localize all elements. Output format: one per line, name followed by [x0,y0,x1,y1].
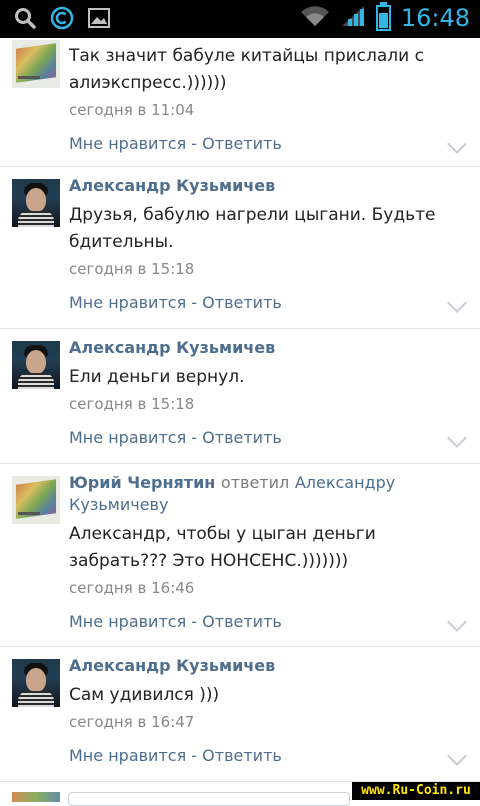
comment-time: сегодня в 15:18 [69,260,195,278]
reply-button[interactable]: Ответить [202,428,282,447]
comment-text: Друзья, бабулю нагрели цыгани. Будьте бд… [69,205,436,252]
comment-item: Юрий Чернятин ответил Александру Кузьмиче… [0,464,480,647]
author-name[interactable]: Юрий Чернятин [69,473,215,492]
replied-label: ответил [220,473,290,492]
reply-button[interactable]: Ответить [202,293,282,312]
status-bar: 16:48 [0,0,480,38]
comment-time: сегодня в 11:04 [69,101,195,119]
comment-author[interactable]: Александр Кузьмичев [69,655,275,677]
comment-time: сегодня в 15:18 [69,395,195,413]
comment-author[interactable]: Александр Кузьмичев [69,337,275,359]
signal-icon [340,4,366,32]
search-icon [14,7,36,33]
comment-author[interactable]: Александр Кузьмичев [69,175,275,197]
reply-button[interactable]: Ответить [202,746,282,765]
chevron-down-icon[interactable] [447,134,467,154]
actions-separator: - [191,293,198,312]
wifi-icon [300,4,330,32]
actions-separator: - [191,746,198,765]
comment-item: Так значит бабуле китайцы прислали с али… [0,38,480,167]
reply-button[interactable]: Ответить [202,134,282,153]
actions-separator: - [191,428,198,447]
comment-actions: Мне нравится - Ответить [69,428,282,447]
actions-separator: - [191,612,198,631]
comment-item: Александр Кузьмичев Ели деньги вернул. с… [0,329,480,464]
chevron-down-icon[interactable] [447,746,467,766]
comment-actions: Мне нравится - Ответить [69,612,282,631]
chevron-down-icon[interactable] [447,293,467,313]
avatar[interactable] [12,659,60,707]
like-button[interactable]: Мне нравится [69,293,186,312]
like-button[interactable]: Мне нравится [69,428,186,447]
gallery-icon [88,8,110,32]
chevron-down-icon[interactable] [447,612,467,632]
comment-input[interactable] [68,792,350,806]
comment-text: Ели деньги вернул. [69,367,245,387]
battery-icon [375,2,391,31]
avatar[interactable] [12,476,60,524]
composer-avatar [12,792,60,802]
comment-item: Александр Кузьмичев Сам удивился ))) сег… [0,647,480,782]
comment-actions: Мне нравится - Ответить [69,134,282,153]
comment-author: Юрий Чернятин ответил Александру Кузьмиче… [69,472,469,516]
avatar[interactable] [12,40,60,88]
like-button[interactable]: Мне нравится [69,612,186,631]
comment-time: сегодня в 16:46 [69,579,195,597]
comment-item: Александр Кузьмичев Друзья, бабулю нагре… [0,167,480,329]
avatar[interactable] [12,179,60,227]
comment-text: Александр, чтобы у цыган деньги забрать?… [69,524,376,571]
comment-time: сегодня в 16:47 [69,713,195,731]
comment-text: Так значит бабуле китайцы прислали с али… [69,46,424,93]
comment-text: Сам удивился ))) [69,685,220,705]
like-button[interactable]: Мне нравится [69,134,186,153]
vk-app-icon [50,6,74,34]
comment-actions: Мне нравится - Ответить [69,293,282,312]
chevron-down-icon[interactable] [447,428,467,448]
comments-feed[interactable]: Так значит бабуле китайцы прислали с али… [0,38,480,800]
avatar[interactable] [12,341,60,389]
comment-actions: Мне нравится - Ответить [69,746,282,765]
actions-separator: - [191,134,198,153]
like-button[interactable]: Мне нравится [69,746,186,765]
clock: 16:48 [400,4,470,32]
reply-button[interactable]: Ответить [202,612,282,631]
watermark: www.Ru-Coin.ru [352,782,480,800]
